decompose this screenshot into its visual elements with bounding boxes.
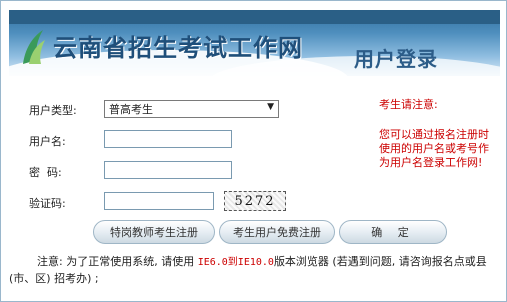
captcha-image[interactable]: 5272 bbox=[224, 191, 286, 211]
header-banner: 云南省招生考试工作网 用户登录 bbox=[9, 10, 500, 76]
footer-browser-range: IE6.0到IE10.0 bbox=[197, 257, 274, 268]
login-window: 云南省招生考试工作网 用户登录 用户类型: 普高考生 ▼ 用户名: 密 码: 验… bbox=[0, 0, 507, 302]
notice-body: 您可以通过报名注册时使用的用户名或考号作为用户名登录工作网! bbox=[379, 128, 489, 169]
footer-note: 注意: 为了正常使用系统, 请使用 IE6.0到IE10.0版本浏览器 (若遇到… bbox=[9, 254, 501, 287]
teacher-register-button[interactable]: 特岗教师考生注册 bbox=[93, 220, 215, 244]
user-type-value: 普高考生 bbox=[109, 103, 153, 116]
notice-title: 考生请注意: bbox=[379, 98, 438, 111]
password-label: 密 码: bbox=[29, 166, 62, 179]
user-type-select[interactable]: 普高考生 ▼ bbox=[104, 100, 279, 118]
login-title: 用户登录 bbox=[354, 47, 438, 71]
banner-top-bar bbox=[9, 10, 500, 24]
dropdown-arrow-icon: ▼ bbox=[267, 102, 274, 112]
footer-note-prefix: 注意: 为了正常使用系统, 请使用 bbox=[37, 255, 198, 268]
captcha-input[interactable] bbox=[104, 192, 214, 210]
password-input[interactable] bbox=[104, 161, 232, 179]
captcha-label: 验证码: bbox=[29, 197, 66, 210]
user-type-label: 用户类型: bbox=[29, 104, 77, 117]
free-register-button[interactable]: 考生用户免费注册 bbox=[219, 220, 335, 244]
username-label: 用户名: bbox=[29, 135, 66, 148]
notice-panel: 考生请注意: 您可以通过报名注册时使用的用户名或考号作为用户名登录工作网! bbox=[379, 98, 499, 170]
site-logo-icon bbox=[23, 30, 45, 64]
site-title: 云南省招生考试工作网 bbox=[53, 34, 303, 62]
username-input[interactable] bbox=[104, 130, 232, 148]
confirm-button[interactable]: 确 定 bbox=[339, 220, 447, 244]
